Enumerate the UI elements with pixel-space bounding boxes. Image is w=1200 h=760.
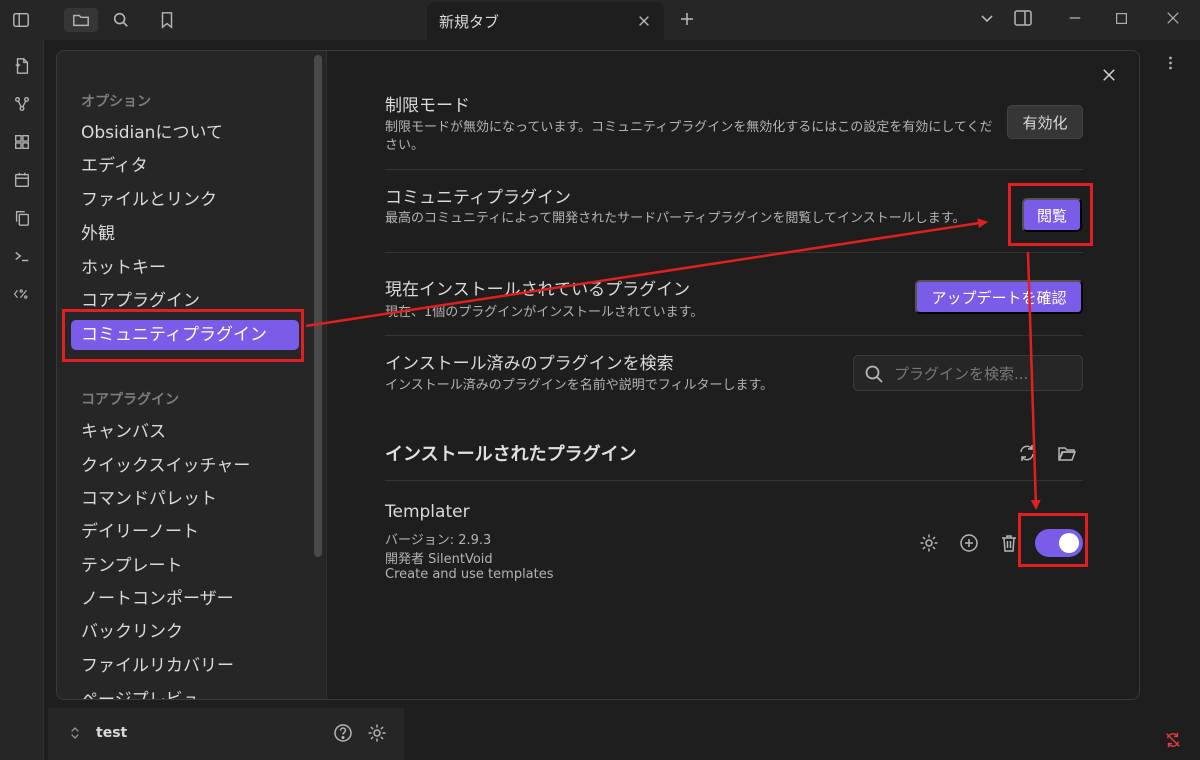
restricted-mode-name: 制限モード — [385, 96, 470, 116]
community-plugins-name: コミュニティプラグイン — [385, 188, 571, 208]
annotation-box-toggle — [1018, 513, 1088, 567]
search-icon[interactable] — [108, 8, 134, 32]
sync-status-icon[interactable] — [1160, 728, 1186, 752]
search-icon — [865, 365, 883, 383]
plugin-search-box[interactable] — [853, 355, 1083, 391]
plugin-search-input[interactable] — [894, 362, 1074, 386]
sidebar-item-note-composer[interactable]: ノートコンポーザー — [71, 584, 299, 614]
sidebar-toggle-icon[interactable] — [8, 8, 34, 32]
annotation-box-sidebar — [62, 309, 304, 362]
sidebar-item-templates[interactable]: テンプレート — [71, 551, 299, 581]
check-updates-button[interactable]: アップデートを確認 — [915, 280, 1083, 314]
installed-section-title: インストールされたプラグイン — [385, 444, 637, 465]
grid-icon[interactable] — [10, 130, 34, 154]
sidebar-item-quick-switcher[interactable]: クイックスイッチャー — [71, 451, 299, 481]
vault-name[interactable]: test — [96, 725, 127, 741]
installed-plugins-desc: 現在、1個のプラグインがインストールされています。 — [385, 305, 704, 320]
sidebar-item-daily-notes[interactable]: デイリーノート — [71, 517, 299, 547]
plugin-name: Templater — [385, 502, 470, 522]
sidebar-heading-options: オプション — [81, 94, 151, 110]
calendar-icon[interactable] — [10, 168, 34, 192]
tab-title: 新規タブ — [439, 13, 500, 31]
modal-close-icon[interactable] — [1097, 63, 1121, 87]
file-plus-icon[interactable] — [10, 54, 34, 78]
sidebar-item-editor[interactable]: エディタ — [71, 151, 299, 181]
sidebar-scrollbar[interactable] — [314, 55, 322, 557]
minimize-icon[interactable] — [1060, 6, 1090, 30]
add-hotkey-icon[interactable] — [957, 531, 981, 555]
folder-icon[interactable] — [64, 8, 98, 32]
bookmark-icon[interactable] — [154, 8, 180, 32]
chevron-updown-icon[interactable] — [70, 726, 80, 743]
title-bar: 新規タブ — [0, 0, 1200, 40]
sidebar-item-page-preview[interactable]: ページプレビュ... — [71, 685, 299, 699]
open-folder-icon[interactable] — [1055, 441, 1079, 465]
gear-icon[interactable] — [366, 722, 388, 744]
sidebar-item-backlinks[interactable]: バックリンク — [71, 617, 299, 647]
sidebar-item-appearance[interactable]: 外観 — [71, 219, 299, 249]
help-icon[interactable] — [332, 722, 354, 744]
percent-tag-icon[interactable] — [10, 282, 34, 306]
graph-icon[interactable] — [10, 92, 34, 116]
community-plugins-desc: 最高のコミュニティによって開発されたサードパーティプラグインを閲覧してインストー… — [385, 211, 966, 226]
ribbon — [0, 40, 44, 760]
annotation-box-browse — [1008, 183, 1093, 246]
maximize-icon[interactable] — [1106, 6, 1136, 30]
enable-restricted-button[interactable]: 有効化 — [1007, 105, 1083, 139]
search-plugins-name: インストール済みのプラグインを検索 — [385, 354, 674, 374]
gear-icon[interactable] — [917, 531, 941, 555]
more-options-icon[interactable] — [1163, 52, 1177, 74]
divider — [385, 169, 1083, 170]
divider — [385, 480, 1083, 481]
settings-modal: オプション Obsidianについて エディタ ファイルとリンク 外観 ホットキ… — [56, 50, 1140, 700]
tab-new[interactable]: 新規タブ — [427, 2, 664, 40]
plugin-version: バージョン: 2.9.3 — [385, 533, 492, 548]
plugin-description: Create and use templates — [385, 567, 554, 582]
vault-bar: test — [48, 708, 404, 760]
close-icon[interactable] — [634, 11, 654, 31]
sidebar-item-canvas[interactable]: キャンバス — [71, 417, 299, 447]
settings-content: 制限モード 制限モードが無効になっています。コミュニティプラグインを無効化するに… — [385, 51, 1083, 699]
divider — [385, 252, 1083, 253]
chevron-down-icon[interactable] — [972, 6, 1002, 30]
restricted-mode-desc: 制限モードが無効になっています。コミュニティプラグインを無効化するにはこの設定を… — [385, 120, 993, 153]
sidebar-heading-core-plugins: コアプラグイン — [81, 392, 179, 408]
sidebar-item-command-palette[interactable]: コマンドパレット — [71, 484, 299, 514]
settings-sidebar: オプション Obsidianについて エディタ ファイルとリンク 外観 ホットキ… — [57, 51, 327, 699]
sidebar-item-file-recovery[interactable]: ファイルリカバリー — [71, 651, 299, 681]
terminal-icon[interactable] — [10, 244, 34, 268]
installed-plugins-name: 現在インストールされているプラグイン — [385, 280, 691, 300]
window-close-icon[interactable] — [1158, 6, 1188, 30]
plugin-author: 開発者 SilentVoid — [385, 552, 493, 567]
sidebar-item-hotkeys[interactable]: ホットキー — [71, 253, 299, 283]
right-sidebar-toggle-icon[interactable] — [1008, 6, 1038, 30]
copy-icon[interactable] — [10, 206, 34, 230]
sidebar-item-files-links[interactable]: ファイルとリンク — [71, 185, 299, 215]
plus-icon[interactable] — [676, 8, 698, 30]
reload-icon[interactable] — [1015, 441, 1039, 465]
sidebar-item-about[interactable]: Obsidianについて — [71, 118, 299, 148]
divider — [385, 335, 1083, 336]
